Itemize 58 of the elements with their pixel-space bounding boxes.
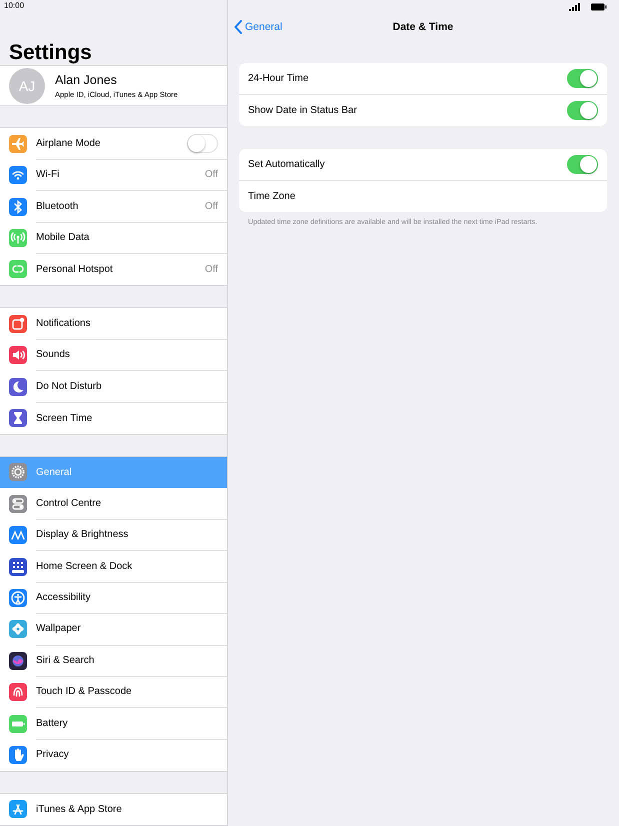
settings-row[interactable]: Sounds [0, 340, 227, 371]
settings-row[interactable]: Screen Time [0, 402, 227, 434]
row-label: Personal Hotspot [36, 264, 113, 275]
row-label: Do Not Disturb [36, 380, 102, 392]
settings-row[interactable]: Display & Brightness [0, 519, 227, 551]
settings-row[interactable]: Privacy [0, 739, 227, 771]
battery-icon [591, 3, 607, 11]
row-label: 24-Hour Time [248, 72, 309, 84]
row-label: Show Date in Status Bar [248, 104, 357, 116]
row-label: Mobile Data [36, 232, 90, 244]
row-label: General [36, 466, 72, 478]
row-label: Accessibility [36, 592, 90, 603]
settings-row[interactable]: Personal Hotspot Off [0, 254, 227, 286]
settings-row[interactable]: Accessibility [0, 582, 227, 614]
row-label: Sounds [36, 349, 70, 360]
back-chevron-icon [234, 20, 242, 34]
settings-row[interactable]: Do Not Disturb [0, 370, 227, 402]
settings-row[interactable]: iTunes & App Store [0, 794, 227, 825]
toggle-switch[interactable] [567, 68, 598, 88]
row-label: Screen Time [36, 412, 92, 424]
settings-row[interactable]: Wallpaper [0, 614, 227, 646]
toggle-switch[interactable] [567, 100, 598, 120]
page-title: Date & Time [392, 21, 454, 33]
settings-row[interactable]: Wi-Fi Off [0, 160, 227, 191]
profile-name: Alan Jones [55, 72, 118, 87]
row-label: Bluetooth [36, 200, 78, 212]
row-label: Wallpaper [36, 623, 81, 634]
row-label: Display & Brightness [36, 529, 128, 540]
row-label: Set Automatically [248, 158, 325, 170]
row-label: Time Zone [248, 190, 296, 202]
row-label: Wi-Fi [36, 169, 60, 180]
row-value: Off [204, 264, 218, 275]
avatar: AJ [9, 68, 45, 104]
settings-row[interactable]: Control Centre [0, 488, 227, 520]
settings-row[interactable]: Home Screen & Dock [0, 550, 227, 582]
status-time: 10:00 [4, 1, 24, 10]
row-label: Battery [36, 718, 68, 729]
settings-row[interactable]: Mobile Data [0, 222, 227, 254]
row-value: Off [204, 169, 218, 180]
signal-icon [569, 3, 581, 11]
sidebar-title: Settings [8, 40, 93, 66]
row-label: Touch ID & Passcode [36, 686, 132, 698]
row-label: Notifications [36, 318, 90, 329]
row-label: iTunes & App Store [36, 804, 122, 815]
settings-row[interactable]: Touch ID & Passcode [0, 676, 227, 708]
settings-row[interactable]: Notifications [0, 308, 227, 340]
row-label: Home Screen & Dock [36, 560, 132, 572]
row-label: Privacy [36, 749, 69, 760]
row-label: Siri & Search [36, 654, 94, 666]
settings-row[interactable]: Airplane Mode [0, 128, 227, 160]
toggle-switch[interactable] [567, 154, 598, 174]
settings-row[interactable]: Siri & Search [0, 645, 227, 676]
settings-row[interactable]: Bluetooth Off [0, 190, 227, 222]
toggle-switch[interactable] [187, 134, 218, 153]
row-label: Control Centre [36, 498, 102, 509]
row-value: Off [204, 200, 218, 212]
row-label: Airplane Mode [36, 138, 100, 149]
settings-row[interactable]: Battery [0, 708, 227, 740]
